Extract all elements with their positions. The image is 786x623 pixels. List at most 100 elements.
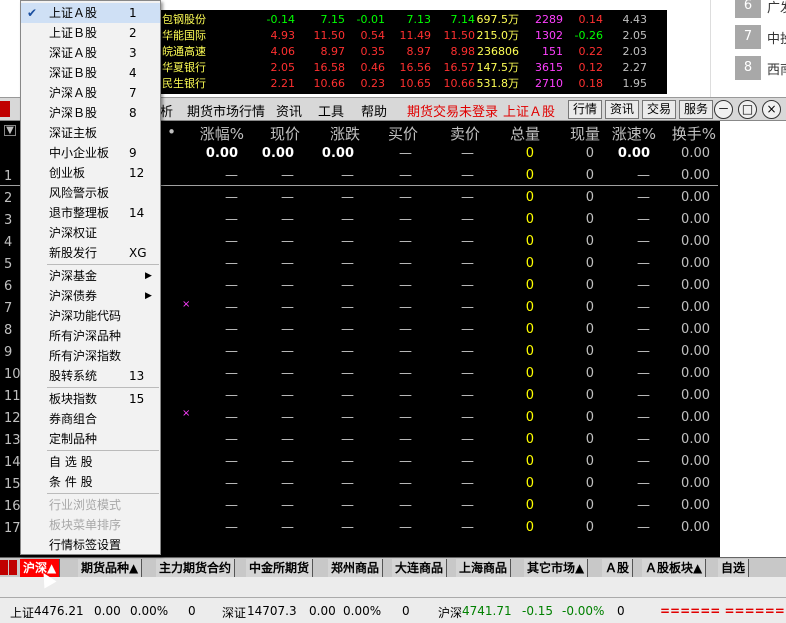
board-menu-item[interactable]: 股转系统 13 <box>21 366 160 386</box>
broker-name: 中投 <box>767 32 786 47</box>
board-menu-item[interactable]: 行情标签设置 <box>21 535 160 555</box>
board-menu-item[interactable]: 自 选 股 <box>21 452 160 472</box>
board-menu-item-label: 上证Ａ股 <box>49 6 98 20</box>
info-button[interactable]: 资讯 <box>605 100 640 119</box>
row-number: 14 <box>4 455 21 470</box>
board-menu-item[interactable]: 风险警示板 <box>21 183 160 203</box>
minimize-icon[interactable]: － <box>714 100 733 119</box>
board-menu-item[interactable]: 条 件 股 <box>21 472 160 492</box>
menu-futures-market[interactable]: 期货市场行情 <box>187 101 265 120</box>
row-cell: — <box>225 520 238 535</box>
mini-quote-row[interactable]: 皖通高速 4.06 8.97 0.35 8.97 8.98 236806 151 0.22 2.0… <box>155 44 667 60</box>
blank-strip <box>0 577 786 597</box>
tab-market[interactable]: 自选 <box>718 559 750 577</box>
board-menu-item-label: 风险警示板 <box>49 186 110 200</box>
row-cell: — <box>399 256 412 271</box>
futures-login-status[interactable]: 期货交易未登录 <box>407 101 498 120</box>
broker-index-badge: 7 <box>735 25 761 49</box>
board-menu-item[interactable]: 新股发行 XG <box>21 243 160 263</box>
mini-quote-row[interactable]: 包钢股份 -0.14 7.15 -0.01 7.13 7.14 697.5万 2289 0.14… <box>155 12 667 28</box>
board-menu-item[interactable]: 沪深功能代码 <box>21 306 160 326</box>
column-header[interactable]: 涨幅% <box>200 123 244 144</box>
tab-scroll-left-icon[interactable] <box>0 560 8 575</box>
menu-help[interactable]: 帮助 <box>361 101 387 120</box>
board-menu-item[interactable]: 定制品种 <box>21 429 160 449</box>
tab-market[interactable]: 上海商品 <box>456 559 512 577</box>
board-menu-item[interactable]: 所有沪深指数 <box>21 346 160 366</box>
broker-list-item[interactable]: 8 西南 <box>711 54 786 82</box>
column-header[interactable]: 涨速% <box>612 123 656 144</box>
tab-market[interactable]: 其它市场▲ <box>524 559 589 577</box>
mini-quote-cell: 8.97 <box>320 45 346 58</box>
column-header[interactable]: 卖价 <box>450 123 480 144</box>
row-cell: — <box>637 454 650 469</box>
board-menu-item[interactable]: 上证Ｂ股 2 <box>21 23 160 43</box>
board-menu-item[interactable]: 沪深Ａ股 7 <box>21 83 160 103</box>
sort-toggle-icon[interactable]: ▼ <box>4 125 16 136</box>
menu-analysis-partial[interactable]: 析 <box>160 101 173 120</box>
board-menu-item[interactable]: 创业板 12 <box>21 163 160 183</box>
menu-info[interactable]: 资讯 <box>276 101 302 120</box>
mini-quote-cell: 4.93 <box>270 29 296 42</box>
column-header[interactable]: 总量 <box>510 123 540 144</box>
mini-quote-cell: 697.5万 <box>476 13 520 26</box>
close-icon[interactable]: × <box>762 100 781 119</box>
tab-market[interactable]: Ａ股 <box>602 559 634 577</box>
tab-market[interactable]: 中金所期货 <box>246 559 314 577</box>
board-menu-item[interactable]: 沪深权证 <box>21 223 160 243</box>
board-menu-item[interactable]: 板块指数 15 <box>21 389 160 409</box>
mini-quote-cell: 0.18 <box>578 77 604 90</box>
row-cell: — <box>637 410 650 425</box>
mini-quote-row[interactable]: 华能国际 4.93 11.50 0.54 11.49 11.50 215.0万 1302 -0.… <box>155 28 667 44</box>
column-header[interactable]: 现量 <box>570 123 600 144</box>
row-cell: 0.00 <box>681 212 710 227</box>
service-button[interactable]: 服务 <box>679 100 714 119</box>
board-menu-item[interactable]: 所有沪深品种 <box>21 326 160 346</box>
broker-list-item[interactable]: 7 中投 <box>711 23 786 51</box>
summary-cell: 0 <box>525 146 534 161</box>
row-cell: 0 <box>585 168 594 183</box>
quote-button[interactable]: 行情 <box>568 100 603 119</box>
board-menu-item[interactable]: 沪深Ｂ股 8 <box>21 103 160 123</box>
board-select-menu[interactable]: ✔ 上证Ａ股 1 上证Ｂ股 2 深证Ａ股 3 深证Ｂ股 4 沪深Ａ股 7 沪深Ｂ股 8 深证主板 中小企业板… <box>20 0 161 555</box>
trade-button[interactable]: 交易 <box>642 100 677 119</box>
board-menu-item[interactable]: 沪深债券 ▶ <box>21 286 160 306</box>
sh-index-volume: 0 <box>188 604 196 618</box>
column-header[interactable]: 买价 <box>388 123 418 144</box>
broker-list-item[interactable]: 6 广发 <box>711 0 786 20</box>
column-header[interactable]: 涨跌 <box>330 123 360 144</box>
row-cell: — <box>225 168 238 183</box>
board-menu-item-label: 深证Ａ股 <box>49 46 98 60</box>
mini-quote-row[interactable]: 民生银行 2.21 10.66 0.23 10.65 10.66 531.8万 2710 0.1… <box>155 76 667 92</box>
board-menu-item[interactable]: ✔ 上证Ａ股 1 <box>21 3 160 23</box>
mini-quote-row[interactable]: 华夏银行 2.05 16.58 0.46 16.56 16.57 147.5万 3615 0.1… <box>155 60 667 76</box>
tab-market[interactable]: Ａ股板块▲ <box>642 559 707 577</box>
connection-indicator[interactable]: ====== ====== <box>660 604 785 618</box>
row-cell: — <box>225 476 238 491</box>
column-header[interactable]: 换手% <box>672 123 716 144</box>
board-menu-item[interactable]: 深证Ｂ股 4 <box>21 63 160 83</box>
grid-right-blank <box>720 121 786 559</box>
row-cell: 0.00 <box>681 322 710 337</box>
board-menu-item[interactable]: 券商组合 <box>21 409 160 429</box>
column-header[interactable]: • <box>167 123 176 141</box>
row-cell: — <box>281 344 294 359</box>
mini-quote-cell: 2289 <box>535 13 563 26</box>
maximize-icon[interactable]: □ <box>738 100 757 119</box>
board-menu-item[interactable]: 深证主板 <box>21 123 160 143</box>
row-cell: — <box>461 344 474 359</box>
board-menu-item[interactable]: 退市整理板 14 <box>21 203 160 223</box>
board-menu-item[interactable]: 中小企业板 9 <box>21 143 160 163</box>
tab-market[interactable]: 主力期货合约 <box>156 559 236 577</box>
row-cell: — <box>399 190 412 205</box>
board-menu-item-label: 沪深功能代码 <box>49 309 122 323</box>
board-menu-item[interactable]: 深证Ａ股 3 <box>21 43 160 63</box>
tab-market[interactable]: 郑州商品 <box>328 559 384 577</box>
tab-market[interactable]: 大连商品 <box>392 559 448 577</box>
menu-tools[interactable]: 工具 <box>318 101 344 120</box>
column-header[interactable]: 现价 <box>270 123 300 144</box>
row-cell: — <box>461 366 474 381</box>
tab-market[interactable]: 期货品种▲ <box>78 559 143 577</box>
tab-scroll-right-icon[interactable] <box>9 560 17 575</box>
board-menu-item[interactable]: 沪深基金 ▶ <box>21 266 160 286</box>
